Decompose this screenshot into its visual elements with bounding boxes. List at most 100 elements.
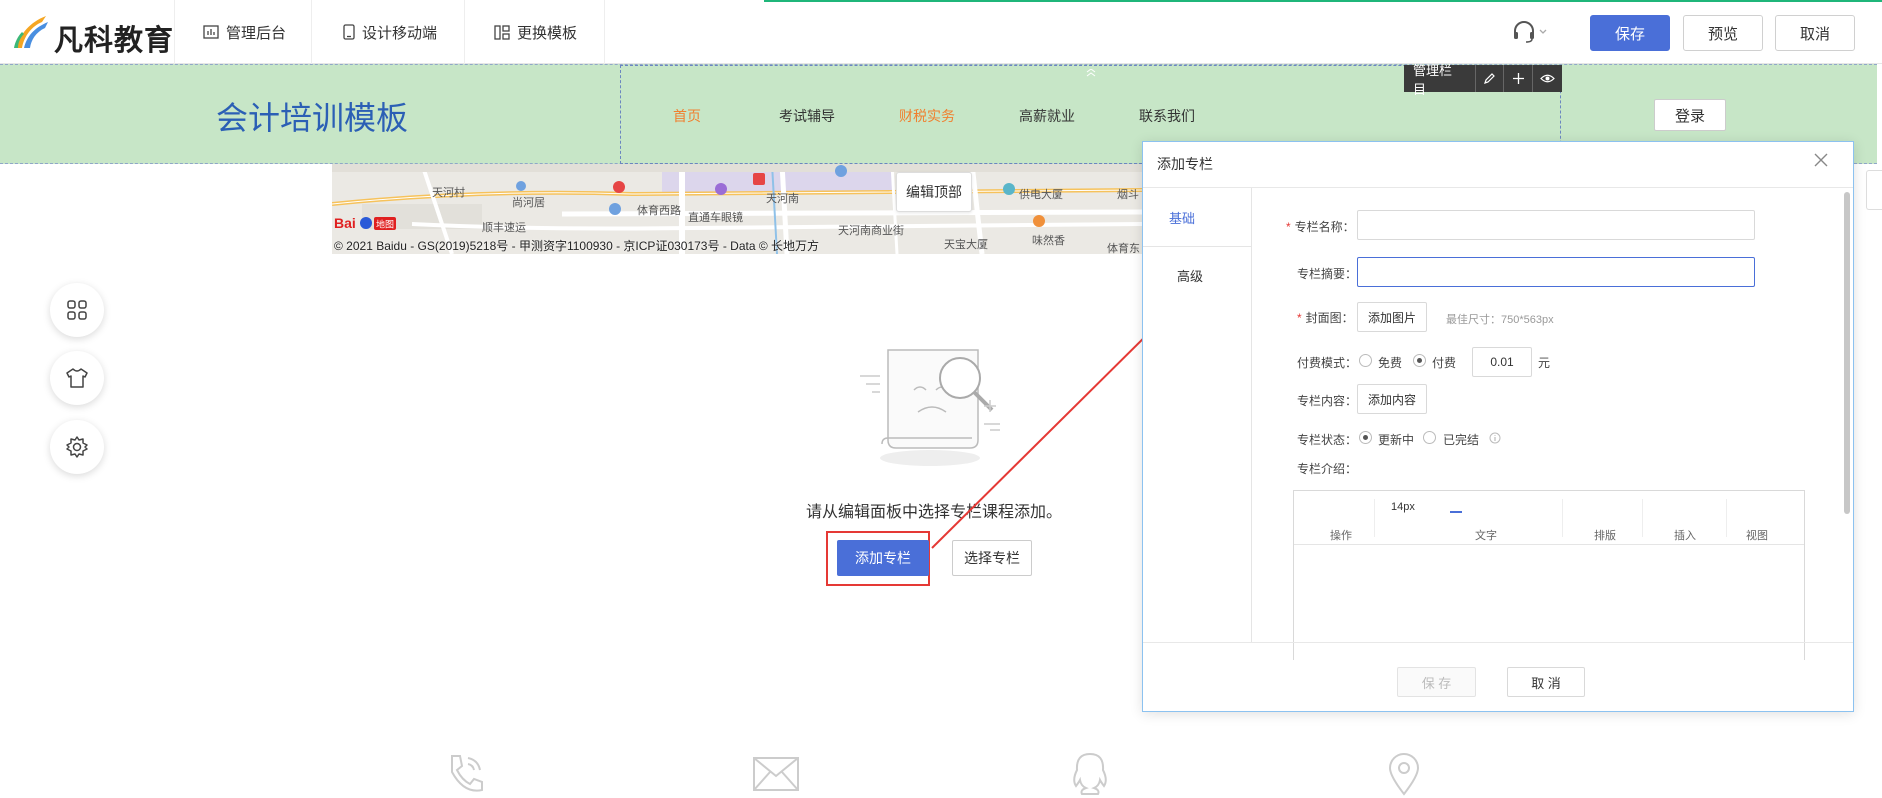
radio-status-finished[interactable] [1423, 431, 1436, 444]
location-icon [1388, 753, 1420, 796]
radio-status-updating[interactable] [1359, 431, 1372, 444]
preview-button[interactable]: 预览 [1683, 15, 1763, 51]
edit-header-button[interactable]: 编辑顶部 [896, 172, 972, 212]
toolbar-group-actions[interactable]: 操作 [1330, 527, 1352, 543]
price-input[interactable]: 0.01 [1472, 347, 1532, 377]
manage-column-label: 管理栏目 [1404, 63, 1476, 97]
headset-icon [1514, 21, 1547, 43]
phone-icon [451, 755, 483, 792]
tab-basic[interactable]: 基础 [1169, 208, 1195, 227]
dialog-save-button[interactable]: 保 存 [1397, 667, 1476, 697]
mobile-icon [343, 24, 355, 40]
map-label: 天河南 [766, 193, 799, 205]
field-label-content: 专栏内容： [1297, 394, 1358, 408]
edit-icon [1484, 73, 1495, 84]
support-menu[interactable] [1512, 20, 1548, 49]
nav-change-template-label: 更换模板 [517, 24, 578, 42]
map-poi-icon [715, 183, 727, 195]
site-nav-item-contact[interactable]: 联系我们 [1139, 106, 1195, 126]
field-label-cover-text: 封面图： [1305, 311, 1354, 325]
font-size-select[interactable]: 14px [1391, 501, 1415, 513]
divider [1374, 499, 1375, 537]
divider [1562, 499, 1563, 537]
map-poi-icon [835, 165, 847, 177]
dialog-tabs: 基础 高级 [1143, 188, 1252, 642]
qq-icon [1073, 752, 1107, 795]
radio-pay-free[interactable] [1359, 354, 1372, 367]
add-column-dialog: 添加专栏 基础 高级 * 专栏名称： 专栏摘要： * 封面图： 添加图片 最佳尺寸：… [1142, 141, 1854, 712]
baidu-map-logo: Bai 地图 [334, 215, 396, 231]
site-nav-item-home[interactable]: 首页 [673, 106, 701, 126]
nav-admin[interactable]: 管理后台 [203, 0, 286, 64]
map-label: 直通车眼镜 [688, 212, 743, 224]
nav-admin-label: 管理后台 [226, 24, 287, 42]
nav-design-mobile-label: 设计移动端 [362, 24, 438, 42]
manage-edit-button[interactable] [1476, 65, 1505, 92]
mail-icon [753, 757, 799, 791]
map-label: 供电大厦 [1019, 189, 1063, 201]
toolbar-group-layout[interactable]: 排版 [1594, 527, 1616, 543]
tab-advanced[interactable]: 高级 [1177, 266, 1203, 285]
toolbar-group-text[interactable]: 文字 [1475, 527, 1497, 543]
radio-status-finished-label: 已完结 [1443, 433, 1480, 447]
map-label: 味然香 [1032, 235, 1065, 247]
toolbar-group-insert[interactable]: 插入 [1674, 527, 1696, 543]
brand-logo[interactable]: 凡科教育 [12, 10, 173, 57]
manage-add-button[interactable] [1504, 65, 1534, 92]
map-label: 体育西路 [637, 205, 681, 217]
save-button[interactable]: 保存 [1590, 15, 1670, 51]
map-label: 天河南商业街 [838, 225, 904, 237]
side-settings-button[interactable] [50, 420, 104, 474]
svg-text:Bai: Bai [334, 215, 356, 231]
login-button[interactable]: 登录 [1654, 99, 1726, 131]
field-label-name-text: 专栏名称： [1294, 220, 1355, 234]
site-nav-item-exam[interactable]: 考试辅导 [779, 106, 835, 126]
divider [464, 0, 465, 64]
site-title[interactable]: 会计培训模板 [216, 93, 408, 139]
nav-change-template[interactable]: 更换模板 [494, 0, 577, 64]
map-poi-icon [1033, 215, 1045, 227]
cancel-button[interactable]: 取消 [1775, 15, 1855, 51]
map-poi-icon [613, 181, 625, 193]
divider [174, 0, 175, 64]
manage-visibility-button[interactable] [1533, 65, 1562, 92]
nav-design-mobile[interactable]: 设计移动端 [343, 0, 437, 64]
side-theme-button[interactable] [50, 351, 104, 405]
page: 凡科教育 管理后台 设计移动端 更换模板 保存 预览 取消 会计培训模板 首页 … [0, 0, 1882, 798]
text-color-indicator[interactable] [1450, 511, 1462, 513]
eye-icon [1540, 74, 1555, 83]
brand-logo-icon [14, 16, 48, 48]
cover-size-hint: 最佳尺寸：750*563px [1446, 314, 1554, 326]
field-label-intro: 专栏介绍： [1297, 462, 1358, 476]
drag-handle-icon[interactable] [1086, 69, 1096, 77]
add-content-button[interactable]: 添加内容 [1357, 384, 1427, 414]
radio-pay-paid-label: 付费 [1432, 356, 1457, 370]
dialog-cancel-button[interactable]: 取 消 [1507, 667, 1585, 697]
rich-text-editor[interactable]: 操作 14px 文字 排版 插入 视图 [1293, 490, 1805, 660]
column-summary-input[interactable] [1357, 257, 1755, 287]
map-label: 烟斗 [1117, 189, 1139, 201]
divider [1642, 499, 1643, 537]
field-label-summary: 专栏摘要： [1297, 267, 1358, 281]
map-poi-icon [516, 181, 526, 191]
map-label: 体育东 [1107, 243, 1140, 254]
radio-pay-paid[interactable] [1413, 354, 1426, 367]
chart-board-icon [203, 25, 219, 39]
map-poi-icon [753, 173, 765, 185]
close-icon[interactable] [1813, 152, 1829, 168]
add-image-button[interactable]: 添加图片 [1357, 302, 1427, 332]
site-nav-item-tax[interactable]: 财税实务 [899, 106, 955, 126]
manage-column-bar: 管理栏目 [1404, 63, 1562, 97]
add-column-button[interactable]: 添加专栏 [837, 540, 929, 576]
radio-pay-free-label: 免费 [1378, 356, 1403, 370]
info-icon[interactable] [1489, 432, 1501, 444]
side-components-button[interactable] [50, 283, 104, 337]
field-label-pay: 付费模式： [1297, 356, 1358, 370]
dialog-scrollbar[interactable] [1844, 192, 1850, 514]
side-panel-tab[interactable] [1866, 170, 1882, 210]
column-name-input[interactable] [1357, 210, 1755, 240]
gear-icon [66, 436, 88, 458]
site-nav-item-jobs[interactable]: 高薪就业 [1019, 106, 1075, 126]
map-embed[interactable]: 天河村 尚河居 体育西路 天河南 供电大厦 顺丰速运 直通车眼镜 天河南商业街 … [332, 164, 1142, 254]
toolbar-group-view[interactable]: 视图 [1746, 527, 1768, 543]
